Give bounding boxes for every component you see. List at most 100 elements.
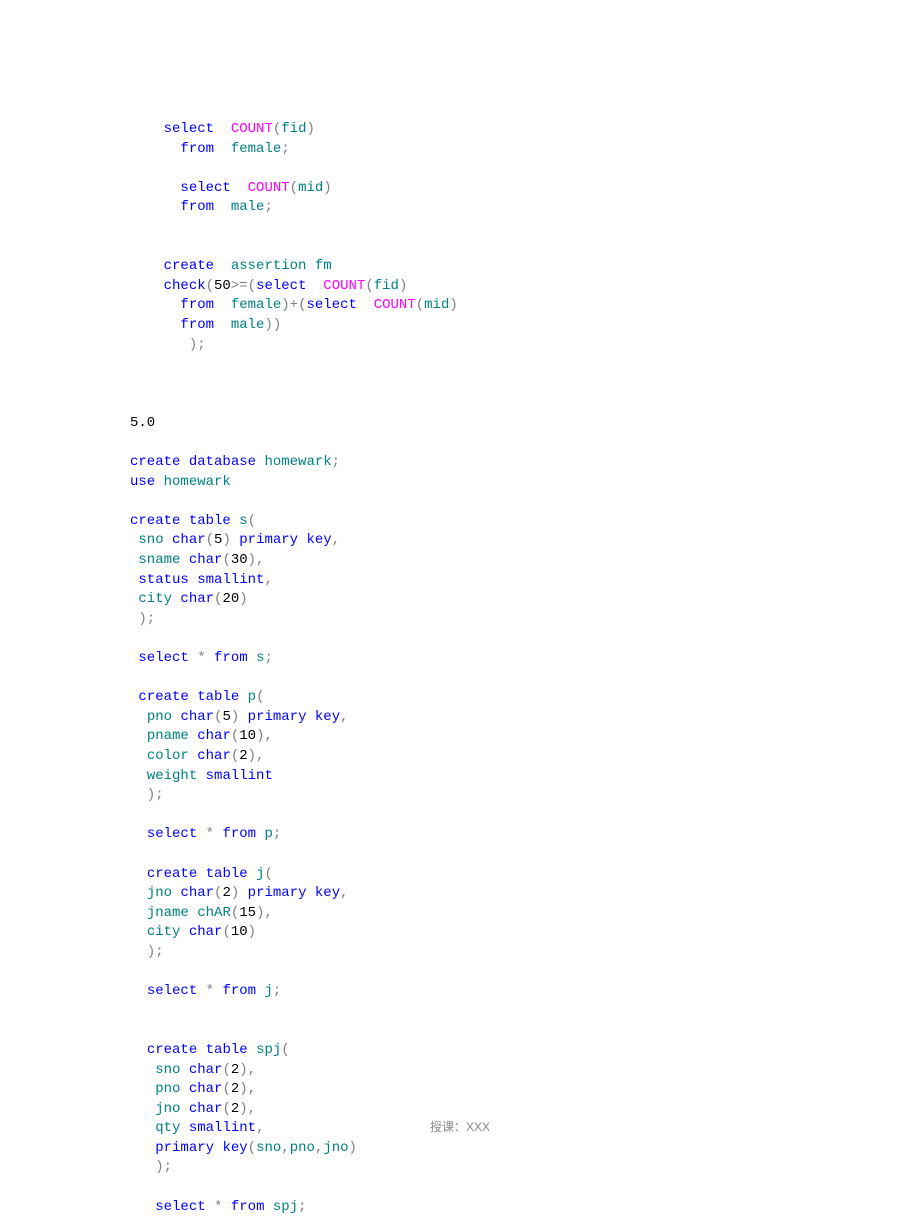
code-token: from <box>180 317 214 333</box>
code-line <box>130 355 920 375</box>
code-token: primary <box>239 532 298 548</box>
code-token: 2 <box>222 885 230 901</box>
code-token: ), <box>239 1062 256 1078</box>
code-line: select COUNT(fid) <box>130 120 920 140</box>
code-token: 50 <box>214 278 231 294</box>
code-token <box>306 709 314 725</box>
code-token <box>222 1199 230 1215</box>
code-token <box>189 572 197 588</box>
code-token: from <box>231 1199 265 1215</box>
code-token: ); <box>138 611 155 627</box>
code-token: ), <box>256 728 273 744</box>
code-token: sno <box>155 1062 180 1078</box>
code-token: char <box>197 728 231 744</box>
code-token <box>306 885 314 901</box>
code-token: , <box>340 709 348 725</box>
code-token: ) <box>349 1140 357 1156</box>
code-token: assertion <box>231 258 307 274</box>
code-token: ( <box>231 905 239 921</box>
code-token: mid <box>424 297 449 313</box>
code-token: pno <box>290 1140 315 1156</box>
code-token: ) <box>449 297 457 313</box>
code-token: ( <box>365 278 373 294</box>
code-token: table <box>189 513 231 529</box>
code-token: ) <box>248 924 256 940</box>
code-token: city <box>138 591 172 607</box>
code-line: create database homewark; <box>130 453 920 473</box>
code-token: from <box>222 826 256 842</box>
code-token: COUNT <box>231 121 273 137</box>
code-token <box>231 513 239 529</box>
code-token: )+( <box>281 297 306 313</box>
code-token <box>214 297 231 313</box>
code-token: ) <box>231 885 239 901</box>
code-token: key <box>315 885 340 901</box>
code-line: pno char(2), <box>130 1080 920 1100</box>
code-token: smallint <box>206 768 273 784</box>
code-token: key <box>306 532 331 548</box>
code-token: table <box>206 1042 248 1058</box>
code-token: j <box>264 983 272 999</box>
code-line <box>130 492 920 512</box>
code-line <box>130 1178 920 1198</box>
code-line <box>130 218 920 238</box>
code-token: pno <box>155 1081 180 1097</box>
code-token: ; <box>298 1199 306 1215</box>
code-line <box>130 238 920 258</box>
code-line: city char(10) <box>130 923 920 943</box>
code-token <box>180 924 188 940</box>
code-token: weight <box>147 768 197 784</box>
code-token: ( <box>281 1042 289 1058</box>
code-token: create <box>130 513 180 529</box>
code-token: 10 <box>231 924 248 940</box>
code-token: ( <box>222 552 230 568</box>
code-token: city <box>147 924 181 940</box>
code-token: ); <box>155 1159 172 1175</box>
code-token: char <box>180 591 214 607</box>
code-line <box>130 1021 920 1041</box>
code-token <box>214 121 231 137</box>
code-token <box>306 278 323 294</box>
code-token <box>231 180 248 196</box>
code-line <box>130 394 920 414</box>
code-line: ); <box>130 786 920 806</box>
code-token: 10 <box>239 728 256 744</box>
code-token: smallint <box>197 572 264 588</box>
code-token: female <box>231 297 281 313</box>
code-token: fid <box>374 278 399 294</box>
code-token: ( <box>206 532 214 548</box>
code-token: jno <box>323 1140 348 1156</box>
code-line: ); <box>130 943 920 963</box>
code-token: ( <box>256 689 264 705</box>
code-token: ) <box>222 532 230 548</box>
document-page: select COUNT(fid) from female; select CO… <box>0 0 920 1191</box>
code-line <box>130 629 920 649</box>
code-token: 5.0 <box>130 415 155 431</box>
code-token: p <box>248 689 256 705</box>
code-token: * <box>197 650 205 666</box>
code-line: select * from spj; <box>130 1198 920 1217</box>
code-token: ( <box>231 748 239 764</box>
code-token: female <box>231 141 281 157</box>
code-token: ( <box>206 278 214 294</box>
code-token: primary <box>155 1140 214 1156</box>
code-token: 2 <box>231 1101 239 1117</box>
code-token: create <box>147 1042 197 1058</box>
code-line: status smallint, <box>130 571 920 591</box>
code-token: ( <box>231 728 239 744</box>
code-token <box>197 826 205 842</box>
code-line <box>130 1002 920 1022</box>
code-line: color char(2), <box>130 747 920 767</box>
code-token: ), <box>239 1101 256 1117</box>
code-line: check(50>=(select COUNT(fid) <box>130 277 920 297</box>
code-line: create table spj( <box>130 1041 920 1061</box>
code-line: weight smallint <box>130 767 920 787</box>
code-token: 30 <box>231 552 248 568</box>
code-token: select <box>306 297 356 313</box>
code-token: jname <box>147 905 189 921</box>
code-token <box>264 1199 272 1215</box>
code-line: ); <box>130 336 920 356</box>
code-token: char <box>180 709 214 725</box>
code-token <box>164 532 172 548</box>
code-token: , <box>340 885 348 901</box>
